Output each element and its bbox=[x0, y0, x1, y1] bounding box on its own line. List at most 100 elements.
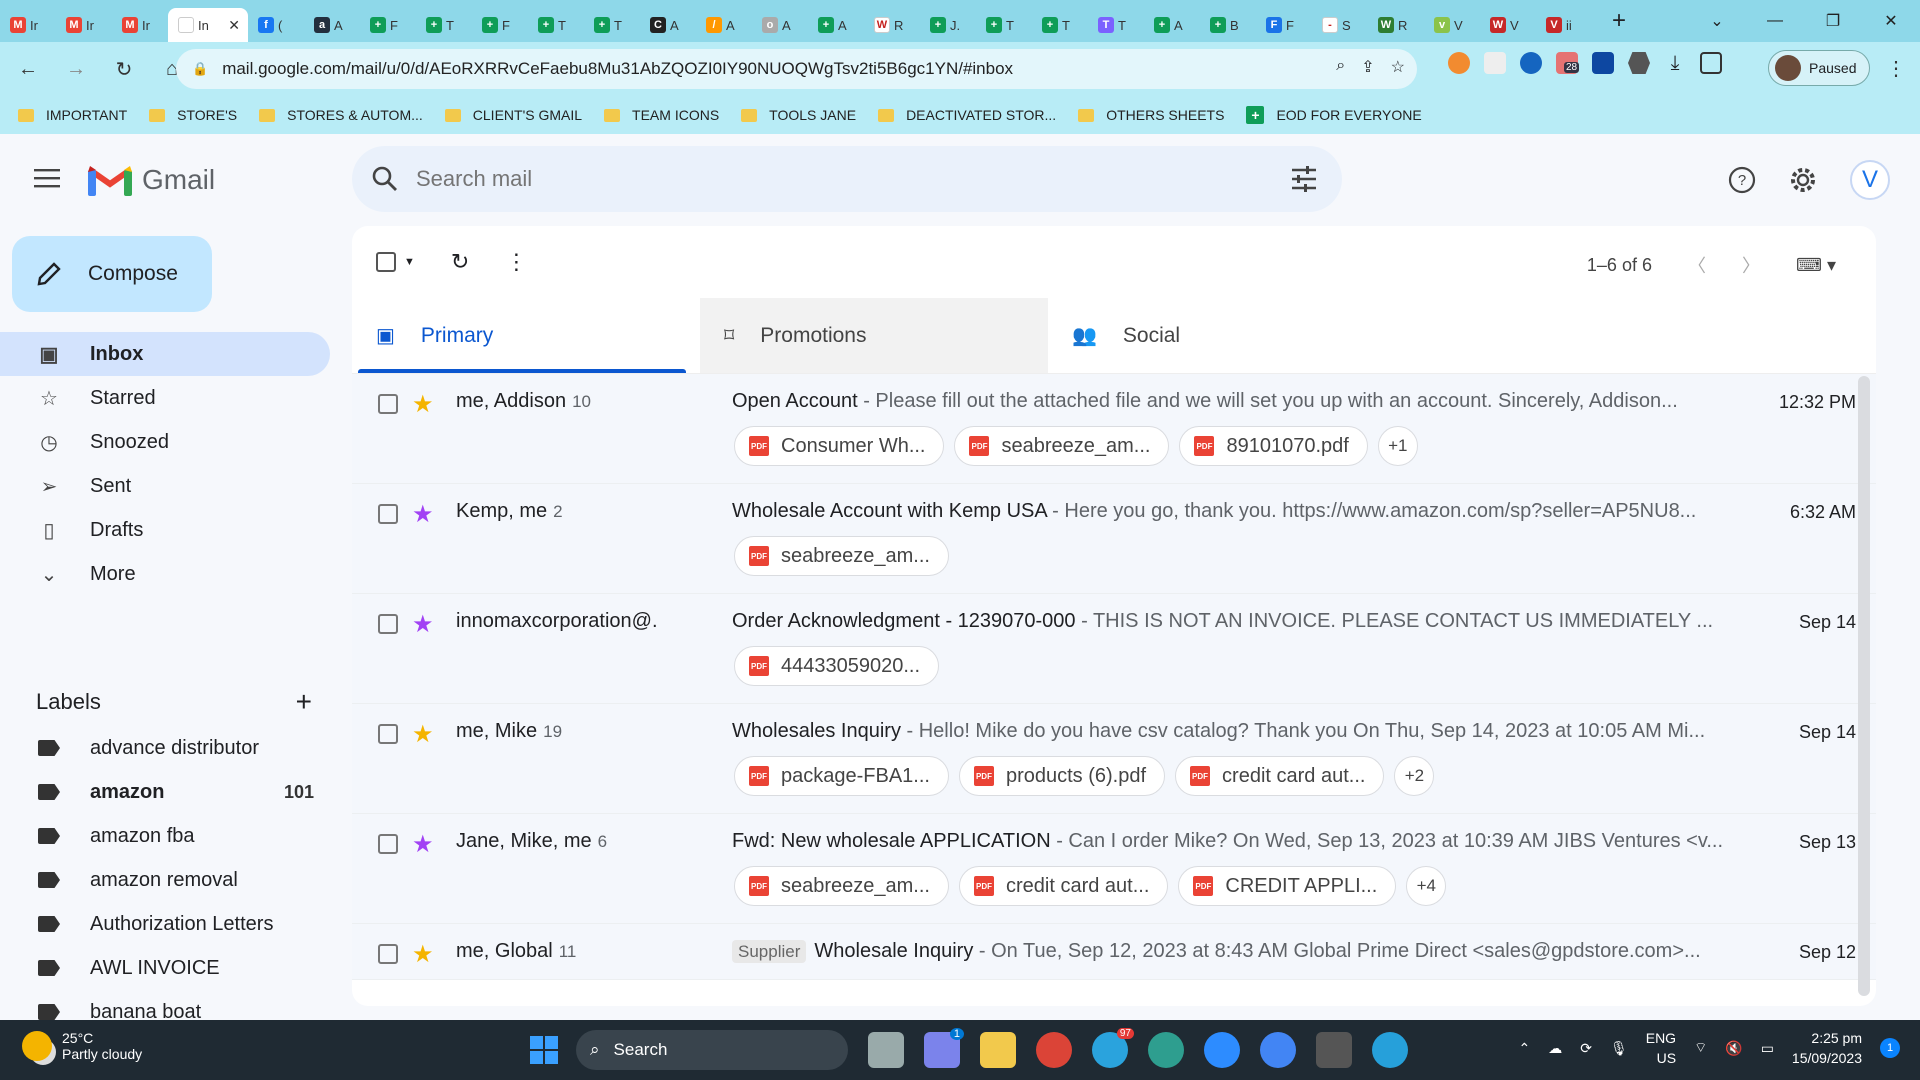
nav-item-sent[interactable]: ➢ Sent bbox=[0, 464, 330, 508]
zoom-icon[interactable]: ⌕ bbox=[1336, 57, 1345, 77]
browser-tab[interactable]: + B bbox=[1200, 8, 1256, 42]
extension-icon[interactable] bbox=[1520, 52, 1542, 74]
label-item[interactable]: Authorization Letters bbox=[0, 902, 330, 946]
weather-widget[interactable]: 25°C Partly cloudy bbox=[22, 1030, 142, 1062]
side-panel-icon[interactable] bbox=[1700, 52, 1722, 74]
star-icon[interactable]: ★ bbox=[412, 720, 434, 749]
extension-icon[interactable]: 28 bbox=[1556, 52, 1580, 74]
browser-tab[interactable]: M Ir bbox=[0, 8, 56, 42]
task-view-icon[interactable] bbox=[868, 1032, 904, 1068]
bookmark-item[interactable]: DEACTIVATED STOR... bbox=[878, 107, 1056, 123]
browser-tab[interactable]: + T bbox=[976, 8, 1032, 42]
scrollbar[interactable] bbox=[1858, 376, 1870, 996]
bookmark-star-icon[interactable]: ☆ bbox=[1391, 57, 1405, 77]
new-tab-button[interactable]: + bbox=[1604, 7, 1634, 35]
browser-tab[interactable]: + A bbox=[1144, 8, 1200, 42]
attachment-chip[interactable]: PDF Consumer Wh... bbox=[734, 426, 945, 466]
tab-primary[interactable]: ▣ Primary bbox=[352, 298, 700, 373]
compose-button[interactable]: Compose bbox=[12, 236, 212, 312]
chevron-up-icon[interactable]: ⌃ bbox=[1518, 1040, 1530, 1057]
share-icon[interactable]: ⇪ bbox=[1361, 57, 1374, 77]
browser-tab[interactable]: FF bbox=[1256, 8, 1312, 42]
browser-tab[interactable]: / A bbox=[696, 8, 752, 42]
keyboard-icon[interactable]: ⌨ ▾ bbox=[1796, 255, 1836, 276]
email-row[interactable]: ★ me, Global 11 Supplier Wholesale Inquiry -… bbox=[352, 924, 1876, 980]
help-icon[interactable]: ? bbox=[1728, 166, 1756, 194]
browser-tab[interactable]: aA bbox=[304, 8, 360, 42]
email-checkbox[interactable] bbox=[378, 944, 398, 964]
more-attachments-chip[interactable]: +2 bbox=[1394, 756, 1435, 796]
chrome-icon[interactable] bbox=[1036, 1032, 1072, 1068]
email-row[interactable]: ★ me, Addison 10 Open Account - Please fill… bbox=[352, 374, 1876, 484]
browser-tab[interactable]: In ✕ bbox=[168, 8, 248, 42]
label-item[interactable]: amazon fba bbox=[0, 814, 330, 858]
search-icon[interactable] bbox=[372, 166, 398, 192]
close-tab-icon[interactable]: ✕ bbox=[228, 17, 240, 34]
browser-tab[interactable]: M Ir bbox=[56, 8, 112, 42]
clock[interactable]: 2:25 pm 15/09/2023 bbox=[1792, 1028, 1862, 1068]
attachment-chip[interactable]: PDF products (6).pdf bbox=[958, 756, 1166, 796]
attachment-chip[interactable]: PDF CREDIT APPLI... bbox=[1178, 866, 1397, 906]
browser-tab[interactable]: WR bbox=[864, 8, 920, 42]
attachment-chip[interactable]: PDF credit card aut... bbox=[958, 866, 1169, 906]
attachment-chip[interactable]: PDF credit card aut... bbox=[1175, 756, 1385, 796]
extension-icon[interactable] bbox=[1592, 52, 1614, 74]
star-icon[interactable]: ★ bbox=[412, 390, 434, 419]
battery-icon[interactable]: ▭ bbox=[1761, 1040, 1774, 1057]
extension-icon[interactable] bbox=[1448, 52, 1470, 74]
bookmark-item[interactable]: STORE'S bbox=[149, 107, 237, 123]
browser-tab[interactable]: WV bbox=[1480, 8, 1536, 42]
search-input[interactable] bbox=[416, 166, 1216, 192]
main-menu-icon[interactable] bbox=[34, 168, 60, 188]
email-checkbox[interactable] bbox=[378, 504, 398, 524]
app-icon[interactable] bbox=[1372, 1032, 1408, 1068]
email-checkbox[interactable] bbox=[378, 724, 398, 744]
more-attachments-chip[interactable]: +4 bbox=[1406, 866, 1447, 906]
email-checkbox[interactable] bbox=[378, 394, 398, 414]
email-row[interactable]: ★ me, Mike 19 Wholesales Inquiry - Hello! M… bbox=[352, 704, 1876, 814]
star-icon[interactable]: ★ bbox=[412, 940, 434, 969]
attachment-chip[interactable]: PDF 89101070.pdf bbox=[1179, 426, 1368, 466]
browser-tab[interactable]: + J. bbox=[920, 8, 976, 42]
tab-search-icon[interactable]: ⌄ bbox=[1688, 11, 1746, 31]
download-icon[interactable]: ⤓ bbox=[1664, 52, 1686, 74]
browser-tab[interactable]: + T bbox=[416, 8, 472, 42]
email-row[interactable]: ★ Jane, Mike, me 6 Fwd: New wholesale APPLI… bbox=[352, 814, 1876, 924]
back-button[interactable]: ← bbox=[8, 49, 48, 89]
more-attachments-chip[interactable]: +1 bbox=[1377, 426, 1418, 466]
tab-social[interactable]: 👥 Social bbox=[1048, 298, 1396, 373]
previous-page-icon[interactable]: 〈 bbox=[1688, 252, 1706, 278]
nav-item-starred[interactable]: ☆ Starred bbox=[0, 376, 330, 420]
browser-tab[interactable]: + F bbox=[360, 8, 416, 42]
sync-icon[interactable]: ⟳ bbox=[1580, 1040, 1592, 1057]
bookmark-item[interactable]: TEAM ICONS bbox=[604, 107, 719, 123]
label-chip[interactable]: Supplier bbox=[732, 940, 807, 963]
notification-badge[interactable]: 1 bbox=[1880, 1038, 1900, 1058]
email-row[interactable]: ★ innomaxcorporation@. Order Acknowledgmen… bbox=[352, 594, 1876, 704]
star-icon[interactable]: ★ bbox=[412, 830, 434, 859]
browser-tab[interactable]: + A bbox=[808, 8, 864, 42]
star-icon[interactable]: ★ bbox=[412, 610, 434, 639]
star-icon[interactable]: ★ bbox=[412, 500, 434, 529]
address-bar[interactable]: 🔒 mail.google.com/mail/u/0/d/AEoRXRRvCeF… bbox=[176, 49, 1417, 89]
maps-icon[interactable] bbox=[1260, 1032, 1296, 1068]
nav-item-inbox[interactable]: ▣ Inbox bbox=[0, 332, 330, 376]
calculator-icon[interactable] bbox=[1316, 1032, 1352, 1068]
browser-menu-icon[interactable]: ⋮ bbox=[1876, 48, 1916, 88]
more-actions-icon[interactable]: ⋮ bbox=[505, 249, 527, 275]
zoom-icon[interactable] bbox=[1204, 1032, 1240, 1068]
search-bar[interactable] bbox=[352, 146, 1342, 212]
attachment-chip[interactable]: PDF seabreeze_am... bbox=[734, 536, 949, 576]
microphone-icon[interactable]: 🎙 bbox=[1610, 1040, 1628, 1057]
label-item[interactable]: AWL INVOICE bbox=[0, 946, 330, 990]
nav-item-more[interactable]: ⌄ More bbox=[0, 552, 330, 596]
browser-tab[interactable]: M Ir bbox=[112, 8, 168, 42]
browser-tab[interactable]: -S bbox=[1312, 8, 1368, 42]
bookmark-item[interactable]: IMPORTANT bbox=[18, 107, 127, 123]
browser-tab[interactable]: Vii bbox=[1536, 8, 1592, 42]
settings-gear-icon[interactable] bbox=[1788, 165, 1818, 195]
refresh-icon[interactable]: ↻ bbox=[451, 249, 469, 275]
label-item[interactable]: advance distributor bbox=[0, 726, 330, 770]
cloud-icon[interactable]: ☁ bbox=[1548, 1040, 1562, 1057]
browser-tab[interactable]: + T bbox=[1032, 8, 1088, 42]
